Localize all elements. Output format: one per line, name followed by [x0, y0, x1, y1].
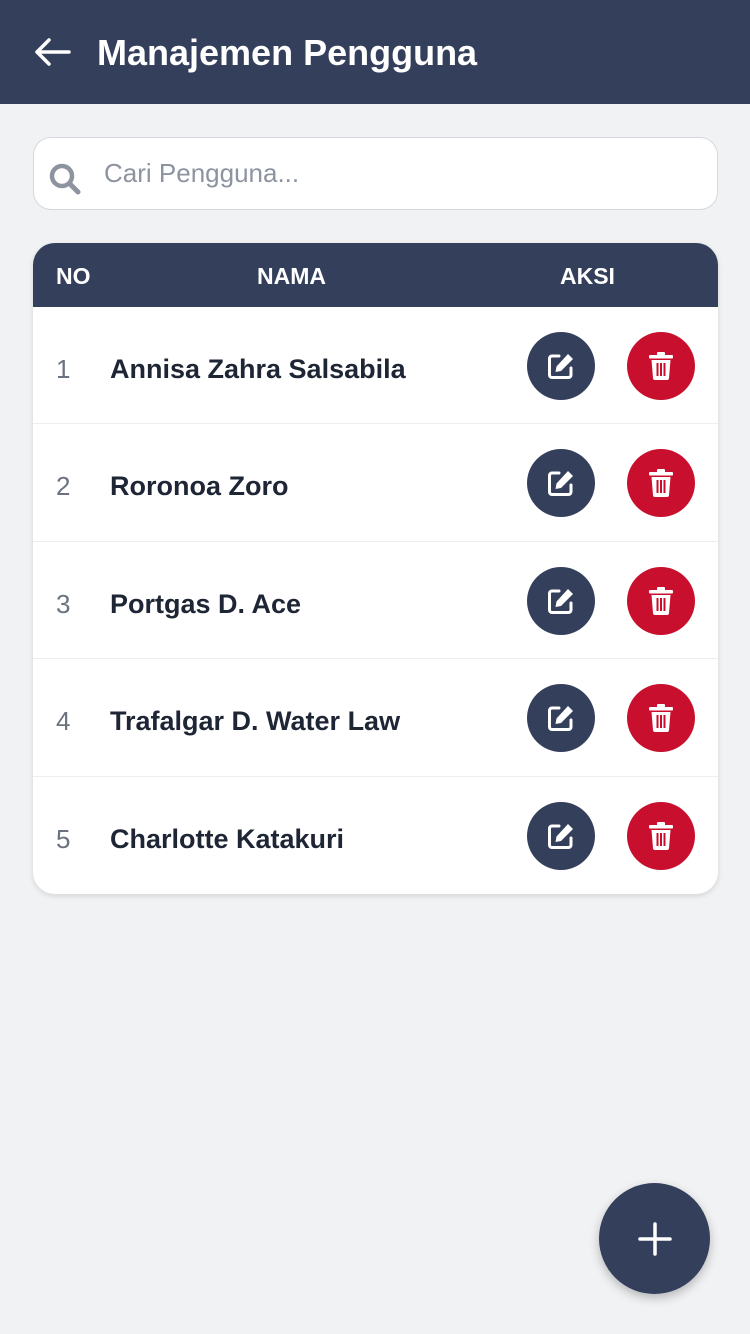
row-number: 4	[56, 706, 71, 737]
user-name: Trafalgar D. Water Law	[110, 706, 401, 737]
table-row: 4 Trafalgar D. Water Law	[33, 659, 718, 777]
table-row: 3 Portgas D. Ace	[33, 542, 718, 660]
row-number: 3	[56, 588, 71, 619]
column-header-no: NO	[56, 263, 91, 289]
edit-user-button[interactable]	[527, 332, 595, 400]
back-button[interactable]	[30, 30, 74, 74]
table-body: 1 Annisa Zahra Salsabila 2 Roronoa Zoro 3 Por…	[33, 307, 718, 894]
arrow-left-icon	[35, 38, 71, 66]
edit-icon	[548, 354, 573, 379]
search-input[interactable]	[104, 138, 704, 208]
search-bar	[33, 137, 718, 210]
delete-user-button[interactable]	[627, 332, 695, 400]
column-header-aksi: AKSI	[560, 263, 615, 289]
trash-icon	[649, 469, 673, 498]
edit-user-button[interactable]	[527, 684, 595, 753]
user-name: Charlotte Katakuri	[110, 823, 345, 854]
trash-icon	[649, 352, 673, 380]
user-table: NO NAMA AKSI 1 Annisa Zahra Salsabila 2 Ror…	[33, 243, 718, 894]
page-title: Manajemen Pengguna	[97, 32, 478, 73]
user-name: Portgas D. Ace	[110, 588, 302, 619]
app-bar: Manajemen Pengguna	[0, 0, 750, 104]
column-header-nama: NAMA	[257, 263, 326, 289]
trash-icon	[649, 586, 673, 615]
row-number: 2	[56, 471, 71, 502]
trash-icon	[649, 821, 673, 850]
user-name: Annisa Zahra Salsabila	[110, 354, 406, 384]
row-number: 1	[56, 354, 71, 384]
table-header: NO NAMA AKSI	[33, 243, 718, 307]
edit-icon	[548, 823, 573, 849]
edit-user-button[interactable]	[527, 449, 595, 518]
search-icon	[49, 163, 81, 195]
table-row: 1 Annisa Zahra Salsabila	[33, 307, 718, 425]
edit-icon	[548, 471, 573, 497]
delete-user-button[interactable]	[627, 449, 695, 518]
row-number: 5	[56, 823, 71, 854]
edit-user-button[interactable]	[527, 801, 595, 870]
user-name: Roronoa Zoro	[110, 471, 289, 502]
delete-user-button[interactable]	[627, 801, 695, 870]
plus-icon	[637, 1221, 672, 1256]
delete-user-button[interactable]	[627, 684, 695, 753]
edit-icon	[548, 706, 573, 732]
table-row: 5 Charlotte Katakuri	[33, 777, 718, 894]
delete-user-button[interactable]	[627, 566, 695, 635]
edit-icon	[548, 588, 573, 614]
add-user-button[interactable]	[599, 1183, 710, 1294]
table-row: 2 Roronoa Zoro	[33, 424, 718, 542]
trash-icon	[649, 704, 673, 733]
edit-user-button[interactable]	[527, 566, 595, 635]
